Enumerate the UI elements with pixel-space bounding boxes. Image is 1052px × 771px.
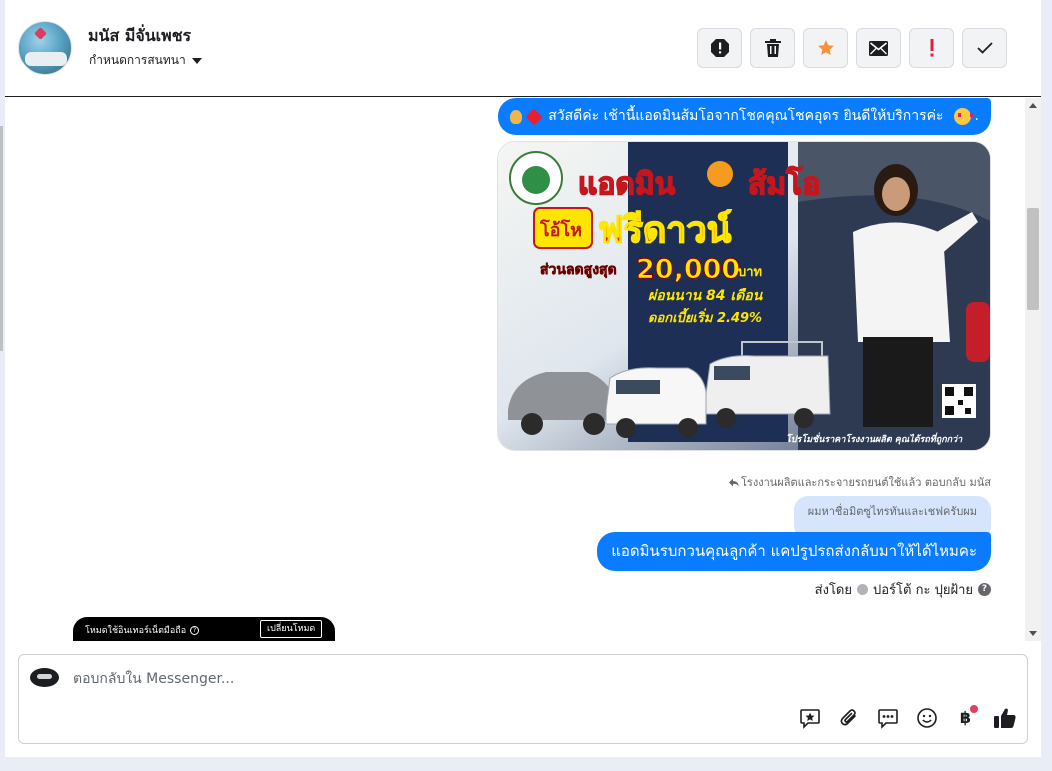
smiling-hearts-emoji-icon xyxy=(953,108,973,125)
mark-spam-button[interactable] xyxy=(697,28,742,68)
pray-emoji-icon xyxy=(510,109,523,124)
quick-reply-icon xyxy=(877,708,898,729)
video-mode-notice: โหมดใช้อินเทอร์เน็ตมือถือ ? xyxy=(85,623,200,637)
reply-arrow-icon xyxy=(729,478,740,486)
like-icon xyxy=(993,707,1016,728)
quoted-text: ผมหาชื่อมิตซูไทรทันและเชฟครับผม xyxy=(807,505,977,518)
scroll-down-arrow-icon[interactable] xyxy=(1029,631,1037,636)
video-mode-text: โหมดใช้อินเทอร์เน็ตมือถือ xyxy=(85,626,187,636)
emoji-icon xyxy=(916,707,937,728)
baht-payment-icon: ฿ xyxy=(959,708,972,727)
spam-icon xyxy=(710,39,729,57)
like-button[interactable] xyxy=(992,705,1017,730)
caret-down-icon xyxy=(191,58,202,64)
greeting-end: . xyxy=(974,108,979,124)
reply-text: แอดมินรบกวนคุณลูกค้า แคปรูปรถส่งกลับมาให… xyxy=(611,542,977,560)
promo-discount-label: ส่วนลดสูงสุด xyxy=(540,262,617,278)
reply-message[interactable]: แอดมินรบกวนคุณลูกค้า แคปรูปรถส่งกลับมาให… xyxy=(597,532,991,571)
contact-avatar[interactable] xyxy=(18,21,72,75)
important-button[interactable] xyxy=(909,28,954,68)
promo-image[interactable]: แอดมิน ส้มโอ โอ้โห ฟรีดาวน์ ส่วนลดสูงสุด… xyxy=(497,141,991,451)
heart-sticker-icon xyxy=(34,27,47,40)
help-icon[interactable]: ? xyxy=(978,583,991,596)
reply-meta-text: โรงงานผลิตและกระจายรถยนต์ใช้แล้ว ตอบกลับ… xyxy=(741,476,991,489)
greeting-text: สวัสดีค่ะ เช้านี้แอดมินส้มโอจากโชคคุณโชค… xyxy=(548,108,944,124)
promo-brand-line: แอดมิน xyxy=(578,167,676,202)
promo-brand-name: ส้มโอ xyxy=(748,165,820,202)
important-icon xyxy=(930,39,933,57)
change-mode-button[interactable]: เปลี่ยนโหมด xyxy=(260,620,323,638)
scroll-up-arrow-icon[interactable] xyxy=(1029,103,1037,108)
contact-name[interactable]: มนัส มีจั่นเพชร xyxy=(88,24,191,49)
info-icon[interactable]: ? xyxy=(190,625,200,635)
mark-unread-button[interactable] xyxy=(856,28,901,68)
reply-input[interactable] xyxy=(73,668,773,690)
sent-by-name: ปอร์โต้ กะ ปุยฝ้าย xyxy=(873,583,973,598)
heart-emoji-icon xyxy=(525,108,543,125)
promo-discount-value: 20,000 xyxy=(636,254,740,285)
conversation-toolbar xyxy=(697,28,1007,68)
reply-composer: ฿ xyxy=(18,654,1028,744)
mail-icon xyxy=(869,40,888,56)
page-avatar xyxy=(30,668,59,687)
sent-by-label: ส่งโดย xyxy=(814,583,852,598)
notification-dot xyxy=(970,705,978,713)
attach-button[interactable] xyxy=(836,705,861,730)
sent-check-icon xyxy=(857,584,868,595)
assign-conversation-dropdown[interactable]: กำหนดการสนทนา xyxy=(89,51,202,70)
left-panel-edge xyxy=(0,126,3,351)
promo-discount-unit: บาท xyxy=(738,265,762,280)
quick-reply-button[interactable] xyxy=(875,705,900,730)
promo-graphic: แอดมิน ส้มโอ โอ้โห ฟรีดาวน์ ส่วนลดสูงสุด… xyxy=(498,142,990,450)
trash-icon xyxy=(764,39,781,57)
star-button[interactable] xyxy=(803,28,848,68)
thread-scrollbar[interactable] xyxy=(1025,98,1041,641)
promo-badge: โอ้โห xyxy=(539,219,582,241)
orange-mascot-icon xyxy=(707,161,733,187)
assign-label: กำหนดการสนทนา xyxy=(89,53,186,67)
messenger-panel: มนัส มีจั่นเพชร กำหนดการสนทนา สวัสดีค่ะ … xyxy=(0,0,1041,757)
attachment-icon xyxy=(840,708,856,725)
mark-done-button[interactable] xyxy=(962,28,1007,68)
promo-headline: ฟรีดาวน์ xyxy=(598,209,732,251)
scroll-thumb[interactable] xyxy=(1027,208,1039,310)
composer-toolbar: ฿ xyxy=(797,705,1017,730)
saved-reply-button[interactable] xyxy=(797,705,822,730)
greeting-message[interactable]: สวัสดีค่ะ เช้านี้แอดมินส้มโอจากโชคคุณโชค… xyxy=(498,98,991,135)
done-check-icon xyxy=(976,42,993,54)
promo-installment: ผ่อนนาน 84 เดือน xyxy=(648,287,764,304)
sent-by-info: ส่งโดย ปอร์โต้ กะ ปุยฝ้าย ? xyxy=(815,579,991,600)
reply-meta: โรงงานผลิตและกระจายรถยนต์ใช้แล้ว ตอบกลับ… xyxy=(729,473,991,491)
payment-button[interactable]: ฿ xyxy=(953,705,978,730)
saved-reply-icon xyxy=(799,708,820,729)
qr-code-icon xyxy=(942,384,976,418)
video-preview-bar: โหมดใช้อินเทอร์เน็ตมือถือ ? เปลี่ยนโหมด xyxy=(73,617,335,641)
delete-button[interactable] xyxy=(750,28,795,68)
star-icon xyxy=(817,40,834,56)
conversation-thread[interactable]: สวัสดีค่ะ เช้านี้แอดมินส้มโอจากโชคคุณโชค… xyxy=(5,98,1027,641)
emoji-button[interactable] xyxy=(914,705,939,730)
conversation-header: มนัส มีจั่นเพชร กำหนดการสนทนา xyxy=(5,0,1041,97)
